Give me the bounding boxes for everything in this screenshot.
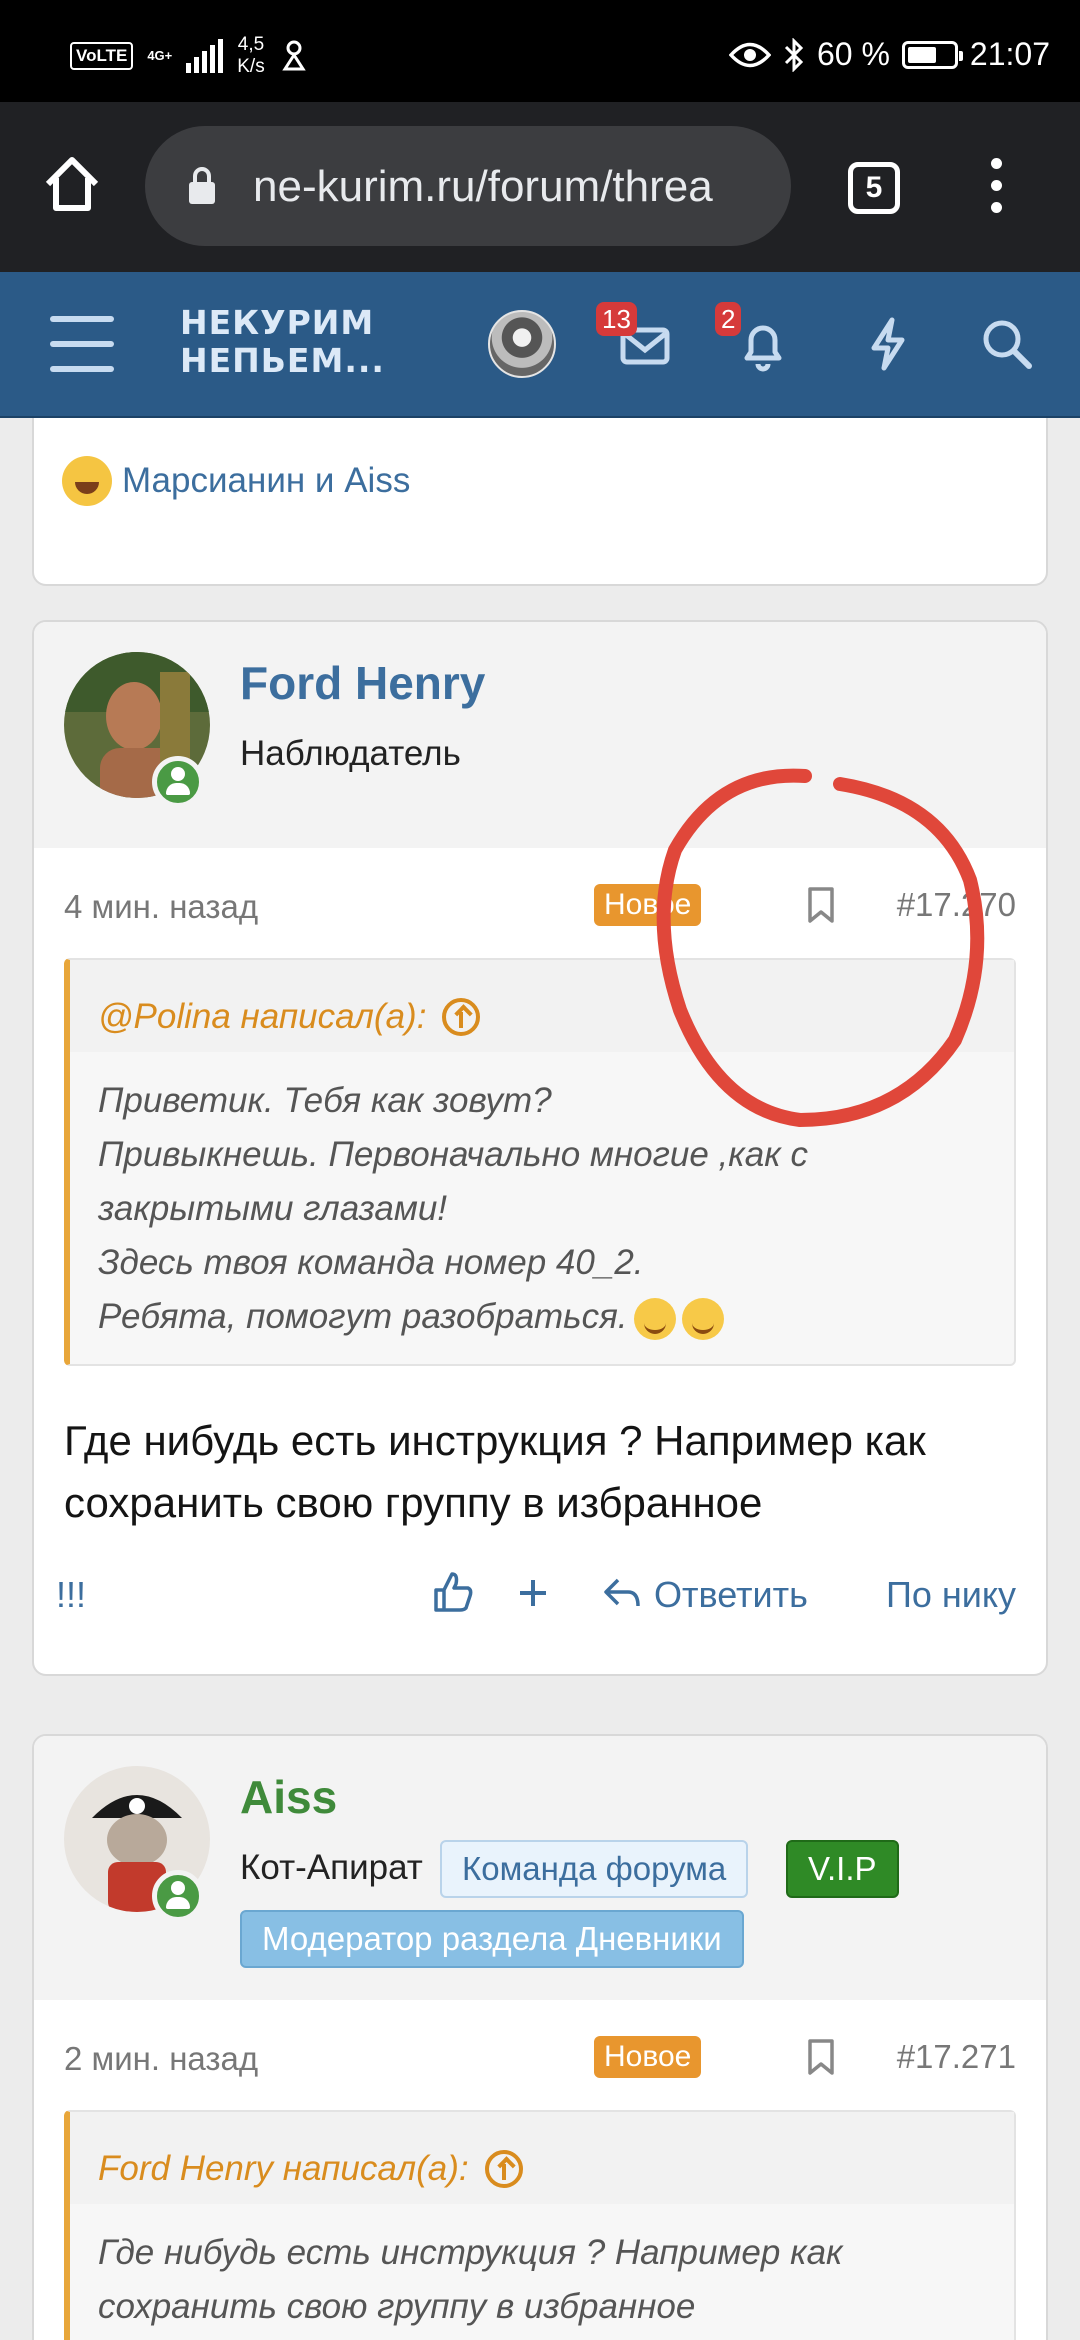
network-speed: 4,5 K/s <box>237 34 264 78</box>
quote-line: сохранить свою группу в избранное <box>98 2287 696 2326</box>
smile-emoji-icon <box>633 1297 676 1340</box>
reply-by-nick-button[interactable]: По нику <box>886 1574 1016 1616</box>
go-to-quote-icon[interactable] <box>484 2150 523 2188</box>
new-badge: Новое <box>594 2036 702 2078</box>
team-badge: Команда форума <box>440 1840 749 1898</box>
post-meta: 2 мин. назад Новое #17.271 <box>34 2000 1046 2110</box>
post-actions: !!! Ответить По нику <box>34 1534 1046 1654</box>
post-time[interactable]: 4 мин. назад <box>64 888 258 926</box>
quote-line: Приветик. Тебя как зовут? <box>98 1081 552 1120</box>
logo-line-1: НЕКУРИМ <box>180 303 375 342</box>
speed-unit: K/s <box>237 56 265 77</box>
new-badge: Новое <box>594 884 702 926</box>
usb-icon <box>281 40 306 71</box>
speed-value: 4,5 <box>237 34 265 55</box>
post-number[interactable]: #17.271 <box>897 2038 1016 2076</box>
go-to-quote-icon[interactable] <box>442 998 481 1036</box>
post-author-header: Aiss Кот-Апират Команда форума V.I.P Мод… <box>34 1736 1046 2000</box>
wink-emoji-icon <box>681 1297 724 1340</box>
reaction-users[interactable]: Марсианин и Aiss <box>122 461 410 501</box>
quote-header[interactable]: @Polina написал(а): <box>70 960 1014 1052</box>
extra-actions-button[interactable]: !!! <box>56 1574 86 1616</box>
post-time[interactable]: 2 мин. назад <box>64 2040 258 2078</box>
hamburger-menu-icon[interactable] <box>50 316 114 372</box>
online-status-icon <box>152 756 204 808</box>
quote-line: Здесь твоя команда номер 40_2. <box>98 1243 644 1282</box>
quote-line: закрытыми глазами! <box>98 1189 448 1228</box>
quote-block: @Polina написал(а): Приветик. Тебя как з… <box>64 958 1016 1366</box>
reactions-bar[interactable]: Марсианин и Aiss <box>34 436 1046 526</box>
site-header: НЕКУРИМ НЕПЬЕМ... 13 2 <box>0 272 1080 418</box>
quote-block: Ford Henry написал(а): Где нибудь есть и… <box>64 2110 1016 2340</box>
author-title: Наблюдатель <box>240 734 461 773</box>
thread-content: Марсианин и Aiss Ford Henry Наблюдатель … <box>0 418 1080 2340</box>
alerts-count-badge: 2 <box>715 302 742 336</box>
browser-toolbar: ne-kurim.ru/forum/threa 5 <box>0 102 1080 272</box>
author-name[interactable]: Ford Henry <box>240 656 485 710</box>
author-title: Кот-Апират <box>240 1848 423 1887</box>
quote-line: Ребята, помогут разобраться. <box>98 1297 628 1336</box>
quote-line: Привыкнешь. Первоначально многие ,как с <box>98 1135 808 1174</box>
quote-header[interactable]: Ford Henry написал(а): <box>70 2112 1014 2204</box>
author-name[interactable]: Aiss <box>240 1770 337 1824</box>
bookmark-icon[interactable] <box>806 2038 836 2076</box>
quote-text: Где нибудь есть инструкция ? Например ка… <box>70 2204 1014 2340</box>
like-icon[interactable] <box>430 1570 474 1614</box>
clock: 21:07 <box>969 36 1050 72</box>
bell-icon[interactable] <box>733 314 793 374</box>
reply-icon[interactable] <box>602 1576 642 1610</box>
quote-author: @Polina написал(а): <box>98 997 427 1036</box>
eye-icon <box>728 42 771 67</box>
previous-post-card: Марсианин и Aiss <box>32 418 1048 586</box>
home-icon[interactable] <box>40 152 104 216</box>
tabs-button[interactable]: 5 <box>848 162 900 214</box>
more-menu-icon[interactable] <box>978 158 1014 222</box>
laughing-emoji-icon <box>62 456 112 506</box>
network-type: 4G+ <box>147 48 173 63</box>
vip-badge: V.I.P <box>786 1840 899 1898</box>
post-card: Ford Henry Наблюдатель 4 мин. назад Ново… <box>32 620 1048 1676</box>
reply-button[interactable]: Ответить <box>654 1574 808 1616</box>
post-body: Где нибудь есть инструкция ? Например ка… <box>64 1417 926 1526</box>
post-number[interactable]: #17.270 <box>897 886 1016 924</box>
battery-icon <box>901 40 963 69</box>
address-bar[interactable]: ne-kurim.ru/forum/threa <box>145 126 791 246</box>
plus-icon[interactable] <box>518 1578 548 1608</box>
site-logo[interactable]: НЕКУРИМ НЕПЬЕМ... <box>180 304 385 380</box>
volte-indicator: VoLTE <box>70 42 134 70</box>
post-card: Aiss Кот-Апират Команда форума V.I.P Мод… <box>32 1734 1048 2340</box>
quote-text: Приветик. Тебя как зовут? Привыкнешь. Пе… <box>70 1052 1014 1364</box>
battery-percent: 60 % <box>816 36 890 72</box>
bookmark-icon[interactable] <box>806 886 836 924</box>
quote-line: Где нибудь есть инструкция ? Например ка… <box>98 2233 843 2272</box>
url-text: ne-kurim.ru/forum/threa <box>253 162 713 211</box>
online-status-icon <box>152 1870 204 1922</box>
logo-line-2: НЕПЬЕМ... <box>180 341 385 380</box>
post-meta: 4 мин. назад Новое #17.270 <box>34 848 1046 958</box>
search-icon[interactable] <box>977 314 1037 374</box>
bluetooth-icon <box>784 37 804 72</box>
lock-icon <box>189 167 215 204</box>
status-bar: VoLTE 4G+ 4,5 K/s 60 % 21:07 <box>0 0 1080 102</box>
quote-author: Ford Henry написал(а): <box>98 2149 469 2188</box>
moderator-badge: Модератор раздела Дневники <box>240 1910 744 1968</box>
signal-icon <box>186 39 224 73</box>
post-author-header: Ford Henry Наблюдатель <box>34 622 1046 848</box>
lightning-icon[interactable] <box>858 314 918 374</box>
messages-count-badge: 13 <box>596 302 637 336</box>
user-avatar[interactable] <box>488 310 556 378</box>
